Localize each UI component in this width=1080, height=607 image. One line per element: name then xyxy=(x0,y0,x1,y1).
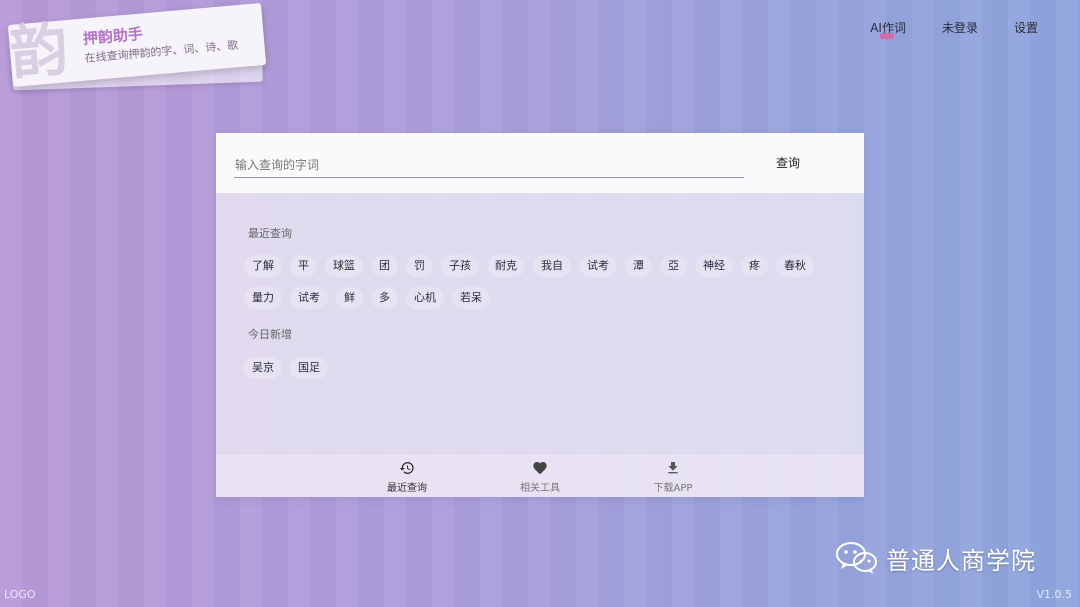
nav-ai-lyrics[interactable]: AI作词 xyxy=(870,19,906,39)
recent-query-chip[interactable]: 春秋 xyxy=(776,255,814,277)
recent-label: 最近查询 xyxy=(248,227,292,240)
search-bar: 查询 xyxy=(216,133,864,193)
today-new-chip[interactable]: 国足 xyxy=(290,357,328,379)
recent-query-chip[interactable]: 平 xyxy=(290,255,317,277)
tab-tools[interactable]: 相关工具 xyxy=(500,460,580,494)
tab-download[interactable]: 下载APP xyxy=(633,460,713,494)
nav-login[interactable]: 未登录 xyxy=(942,19,978,36)
history-icon xyxy=(399,462,414,474)
nav-settings[interactable]: 设置 xyxy=(1014,19,1038,36)
version-label: V1.0.5 xyxy=(1036,588,1072,601)
search-input[interactable] xyxy=(234,153,744,178)
recent-query-chip[interactable]: 潭 xyxy=(625,255,652,277)
watermark: 普通人商学院 xyxy=(836,540,1036,576)
tab-recent[interactable]: 最近查询 xyxy=(367,460,447,494)
recent-query-chip[interactable]: 多 xyxy=(371,287,398,309)
recent-query-chip[interactable]: 了解 xyxy=(244,255,282,277)
recent-query-chip[interactable]: 试考 xyxy=(290,287,328,309)
wechat-icon xyxy=(836,542,877,574)
recent-query-chip[interactable]: 罚 xyxy=(406,255,433,277)
search-button[interactable]: 查询 xyxy=(776,154,800,171)
tab-recent-label: 最近查询 xyxy=(387,483,427,494)
recent-query-chip[interactable]: 试考 xyxy=(579,255,617,277)
new-badge xyxy=(880,33,895,39)
heart-icon xyxy=(533,462,547,475)
watermark-text: 普通人商学院 xyxy=(886,546,1036,575)
recent-query-chip[interactable]: 球篮 xyxy=(325,255,363,277)
tab-download-label: 下载APP xyxy=(653,483,693,494)
logo-glyph: 韵 xyxy=(7,14,71,88)
recent-query-chip[interactable]: 疼 xyxy=(741,255,768,277)
recent-query-chip[interactable]: 神经 xyxy=(695,255,733,277)
tab-tools-label: 相关工具 xyxy=(520,483,560,494)
today-label: 今日新增 xyxy=(248,328,292,341)
today-new-chip[interactable]: 吴京 xyxy=(244,357,282,379)
recent-query-chip[interactable]: 子孩 xyxy=(441,255,479,277)
recent-query-chip[interactable]: 若呆 xyxy=(452,287,490,309)
recent-query-chip[interactable]: 量力 xyxy=(244,287,282,309)
footer-logo: LOGO xyxy=(4,588,36,601)
download-icon xyxy=(668,462,678,474)
recent-query-chip[interactable]: 团 xyxy=(371,255,398,277)
recent-query-chip[interactable]: 鲜 xyxy=(336,287,363,309)
today-chip-list: 吴京 国足 xyxy=(244,357,844,389)
recent-chip-list: 了解平球篮团罚子孩 耐克 我自 试考潭亞神经疼春秋 量力 试考鲜多心机 若呆 xyxy=(244,255,844,319)
recent-query-chip[interactable]: 我自 xyxy=(533,255,571,277)
recent-query-chip[interactable]: 心机 xyxy=(406,287,444,309)
bottom-tab-bar: 最近查询 相关工具 下载APP xyxy=(216,453,864,497)
recent-query-chip[interactable]: 耐克 xyxy=(487,255,525,277)
recent-query-chip[interactable]: 亞 xyxy=(660,255,687,277)
top-nav: AI作词 未登录 设置 xyxy=(834,19,1038,39)
main-panel: 查询 最近查询 了解平球篮团罚子孩耐克我自试考潭亞神经疼春秋量力试考鲜多心机若呆… xyxy=(216,133,864,497)
